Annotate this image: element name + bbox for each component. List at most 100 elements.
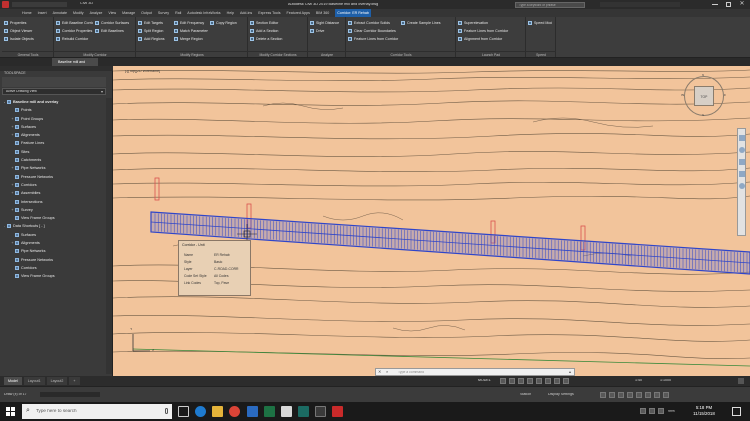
close-command-icon[interactable]: ✕ [378,369,381,374]
excel-icon[interactable] [263,406,275,417]
annotation-monitor-icon[interactable] [609,392,615,398]
viewport-label[interactable]: [-][Top][2D Wireframe] [125,70,160,74]
ribbon-command[interactable]: Split Region [138,28,172,34]
toolspace-toolbar[interactable] [2,77,106,87]
ribbon-command[interactable]: Edit Frequency [174,20,208,26]
ribbon-command[interactable]: Feature Lines from Corridor [348,36,399,42]
status-station[interactable]: Station [520,393,531,397]
annotation-scale[interactable]: 1:40 [635,379,642,383]
tree-item[interactable]: Corridors [3,264,103,272]
ribbon-command[interactable]: Isolate Objects [4,36,50,42]
ribbon-command[interactable]: Sight Distance [310,20,342,26]
tree-expander-icon[interactable]: - [3,98,6,106]
ribbon-tab[interactable]: Annotate [53,9,67,17]
ribbon-panel-title[interactable]: Launch Pad [456,51,526,57]
ribbon-tab[interactable]: Featured Apps [287,9,310,17]
ribbon-tab[interactable]: Autodesk InfraWorks [187,9,220,17]
tree-item[interactable]: Sites [3,148,103,156]
tree-item[interactable]: Feature Lines [3,139,103,147]
steering-wheel-icon[interactable] [739,183,745,189]
ribbon-panel-title[interactable]: Modify Corridor Sections [248,51,308,57]
ribbon-command[interactable]: Merge Region [174,36,208,42]
ribbon-command[interactable]: Section Editor [250,20,304,26]
layout-tab[interactable]: Layout1 [23,377,45,385]
viewcube-s[interactable]: S [702,114,704,117]
ribbon-tab[interactable]: Rail [175,9,181,17]
tree-item[interactable]: + Pipe Networks [3,164,103,172]
tree-expander-icon[interactable]: + [11,164,14,172]
tree-item[interactable]: Catchments [3,156,103,164]
toolspace-scrollbar[interactable] [106,98,112,374]
command-chevron-icon[interactable]: ▴ [569,369,571,374]
tree-expander-icon[interactable]: + [11,123,14,131]
taskbar-search[interactable]: ⌕ Type here to search [22,404,172,419]
file-explorer-icon[interactable] [212,406,224,417]
quick-access-toolbar[interactable] [12,2,67,7]
status-display-settings[interactable]: Display Settings [548,393,574,397]
ribbon-tab[interactable]: Corridor: ER Rehab [335,9,371,17]
tree-item[interactable]: Pressure Networks [3,173,103,181]
isolate-icon[interactable] [645,392,651,398]
layout-tab[interactable]: Layout2 [46,377,68,385]
ribbon-tab[interactable]: Help [227,9,234,17]
ribbon-command[interactable]: Feature Lines from Corridor [458,28,522,34]
ribbon-command[interactable]: Add Regions [138,36,172,42]
ribbon-command[interactable]: Properties [4,20,50,26]
ribbon-command[interactable]: Speed Mode [528,20,552,26]
view-dropdown[interactable]: Active Drawing View ▾ [2,88,106,95]
model-space-label[interactable]: MODEL [478,379,491,383]
snap-toggle[interactable] [509,378,515,384]
close-icon[interactable]: ✕ [738,1,746,8]
tree-item[interactable]: + Surfaces [3,123,103,131]
quick-properties-icon[interactable] [627,392,633,398]
tree-item[interactable]: View Frame Groups [3,214,103,222]
pdf-icon[interactable] [332,406,344,417]
tree-expander-icon[interactable]: - [3,222,6,230]
ribbon-command[interactable]: Add a Section [250,28,304,34]
drawing-canvas[interactable]: [-][Top][2D Wireframe] Y X TOP N S W E C… [113,66,750,376]
ribbon-command[interactable]: Copy Region [210,20,244,26]
tree-item[interactable]: + Corridors [3,181,103,189]
tree-expander-icon[interactable]: + [11,189,14,197]
clock[interactable]: 5:18 PM 11/15/2018 [682,405,726,417]
chrome-icon[interactable] [229,406,241,417]
battery-icon[interactable] [658,408,664,414]
ribbon-tab[interactable]: Modify [73,9,84,17]
pan-icon[interactable] [739,135,745,141]
viewcube-w[interactable]: W [681,94,684,97]
maximize-icon[interactable] [726,2,731,7]
task-view-icon[interactable] [178,406,189,417]
ribbon-command[interactable]: Corridor Properties [56,28,93,34]
viewcube[interactable]: TOP N S W E [680,72,728,120]
ribbon-command[interactable]: Edit Baseline Corridor [56,20,93,26]
tree-expander-icon[interactable]: + [11,181,14,189]
layout-tab[interactable]: + [69,377,80,385]
tree-item[interactable]: + Point Groups [3,115,103,123]
ribbon-tab[interactable]: Output [141,9,152,17]
store-icon[interactable] [246,406,258,417]
viewcube-e[interactable]: E [724,94,726,97]
minimize-icon[interactable] [712,4,718,5]
app-icon-dark[interactable] [315,406,326,417]
ribbon-command[interactable]: Clear Corridor Boundaries [348,28,399,34]
layout-tab[interactable]: Model [4,377,22,385]
ribbon-panel-title[interactable]: Modify Regions [136,51,248,57]
tree-item[interactable]: Points [3,106,103,114]
ribbon-command[interactable]: Extract Corridor Solids [348,20,399,26]
ribbon-tab[interactable]: Manage [122,9,135,17]
units-icon[interactable] [618,392,624,398]
clean-screen-icon[interactable] [663,392,669,398]
tree-expander-icon[interactable]: + [11,115,14,123]
tree-item[interactable]: + Alignments [3,131,103,139]
orbit-icon[interactable] [739,159,745,165]
windows-start-icon[interactable] [6,407,15,416]
ribbon-panel-title[interactable]: Modify Corridor [54,51,136,57]
ribbon-command[interactable]: Delete a Section [250,36,304,42]
tree-item[interactable]: - Baseline mill and overlay [3,98,103,106]
ribbon-panel-title[interactable]: General Tools [2,51,54,57]
ortho-toggle[interactable] [518,378,524,384]
ribbon-command[interactable]: Edit Baselines [95,28,132,34]
tree-expander-icon[interactable]: + [11,206,14,214]
viewcube-face[interactable]: TOP [694,86,714,106]
civil3d-icon[interactable] [297,406,309,417]
